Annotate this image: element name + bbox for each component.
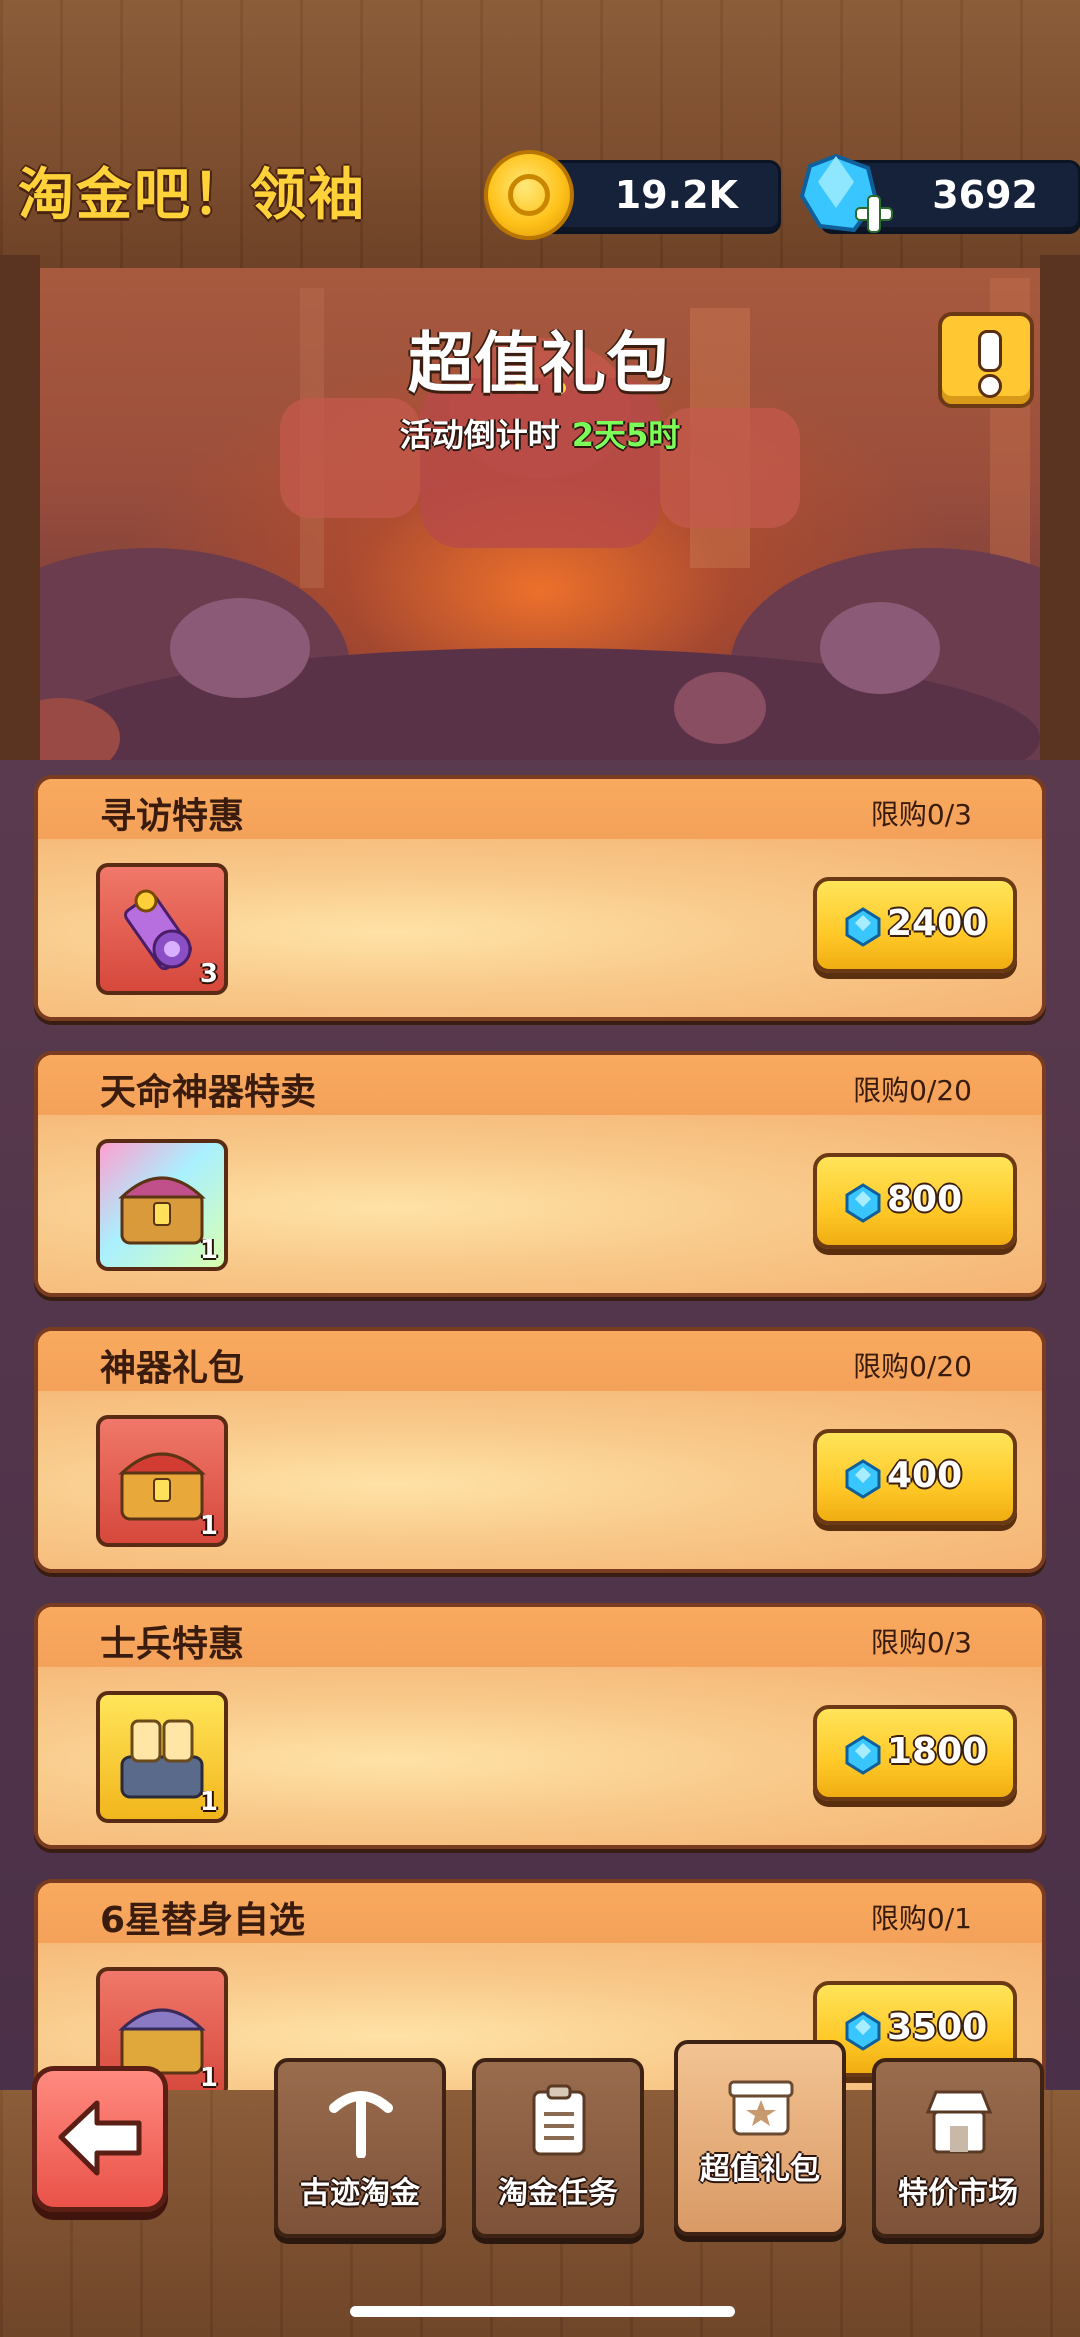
- tab-label: 古迹淘金: [300, 2176, 420, 2211]
- item-quantity: 3: [199, 959, 218, 989]
- offer-price: 800: [887, 1179, 963, 1220]
- offer-purchase-limit: 限购0/3: [870, 798, 972, 831]
- event-countdown: 活动倒计时 2天5时: [0, 410, 1080, 456]
- tab-label: 淘金任务: [498, 2176, 618, 2211]
- soldier-chest-icon: [120, 1719, 204, 1799]
- offer-price: 400: [887, 1455, 963, 1496]
- app-title: 淘金吧！领袖: [18, 163, 366, 228]
- offer-item[interactable]: 1: [96, 1139, 228, 1271]
- offer-item[interactable]: 1: [96, 1415, 228, 1547]
- tab-ruins-gold[interactable]: 古迹淘金: [274, 2058, 446, 2238]
- offer-name: 士兵特惠: [100, 1624, 245, 1665]
- item-quantity: 1: [199, 2063, 218, 2093]
- tab-special-market[interactable]: 特价市场: [872, 2058, 1044, 2238]
- buy-button[interactable]: 2400: [813, 877, 1017, 973]
- countdown-time: 2天5时: [571, 416, 681, 454]
- offer-purchase-limit: 限购0/20: [853, 1074, 972, 1107]
- info-button[interactable]: [938, 312, 1034, 408]
- offer-purchase-limit: 限购0/20: [853, 1350, 972, 1383]
- offer-item[interactable]: 3: [96, 863, 228, 995]
- scroll-icon: [124, 889, 192, 971]
- gem-icon: [845, 907, 881, 947]
- offer-name: 6星替身自选: [100, 1900, 306, 1941]
- buy-button[interactable]: 400: [813, 1429, 1017, 1525]
- shop-icon: [925, 2090, 993, 2154]
- countdown-label: 活动倒计时: [399, 416, 560, 454]
- offer-card: 士兵特惠 限购0/3 1 1800: [34, 1603, 1046, 1849]
- gem-icon: [845, 1459, 881, 1499]
- back-button[interactable]: [32, 2066, 168, 2212]
- offer-card: 神器礼包 限购0/20 1 400: [34, 1327, 1046, 1573]
- offer-name: 神器礼包: [100, 1348, 245, 1389]
- gem-add-icon[interactable]: [796, 152, 896, 244]
- offer-name: 天命神器特卖: [100, 1072, 317, 1113]
- item-quantity: 1: [199, 1511, 218, 1541]
- gem-icon: [845, 1183, 881, 1223]
- offer-item[interactable]: 1: [96, 1691, 228, 1823]
- gift-icon: [728, 2080, 794, 2136]
- offer-name: 寻访特惠: [100, 796, 245, 837]
- pickaxe-icon: [329, 2091, 393, 2158]
- offer-purchase-limit: 限购0/1: [870, 1902, 972, 1935]
- buy-button[interactable]: 800: [813, 1153, 1017, 1249]
- page-title: 超值礼包: [408, 325, 672, 402]
- offer-price: 2400: [887, 903, 988, 944]
- tab-label: 超值礼包: [700, 2152, 820, 2187]
- offer-card: 天命神器特卖 限购0/20 1 800: [34, 1051, 1046, 1297]
- gem-amount: 3692: [932, 173, 1038, 217]
- item-quantity: 1: [199, 1787, 218, 1817]
- offer-purchase-limit: 限购0/3: [870, 1626, 972, 1659]
- tab-value-packs[interactable]: 超值礼包: [674, 2040, 846, 2236]
- coin-amount: 19.2K: [614, 173, 738, 217]
- back-arrow-icon: [58, 2100, 142, 2176]
- buy-button[interactable]: 1800: [813, 1705, 1017, 1801]
- offer-price: 1800: [887, 1731, 988, 1772]
- gem-icon: [845, 1735, 881, 1775]
- tab-label: 特价市场: [898, 2176, 1018, 2211]
- gem-icon: [845, 2011, 881, 2051]
- home-indicator[interactable]: [350, 2306, 735, 2317]
- offer-card: 寻访特惠 限购0/3 3 2400: [34, 775, 1046, 1021]
- offer-price: 3500: [887, 2007, 988, 2048]
- item-quantity: 1: [199, 1235, 218, 1265]
- rainbow-chest-icon: [118, 1176, 206, 1245]
- clipboard-icon: [532, 2084, 586, 2156]
- tab-gold-tasks[interactable]: 淘金任务: [472, 2058, 644, 2238]
- gold-chest-icon: [118, 1452, 206, 1521]
- coin-icon: [484, 150, 574, 240]
